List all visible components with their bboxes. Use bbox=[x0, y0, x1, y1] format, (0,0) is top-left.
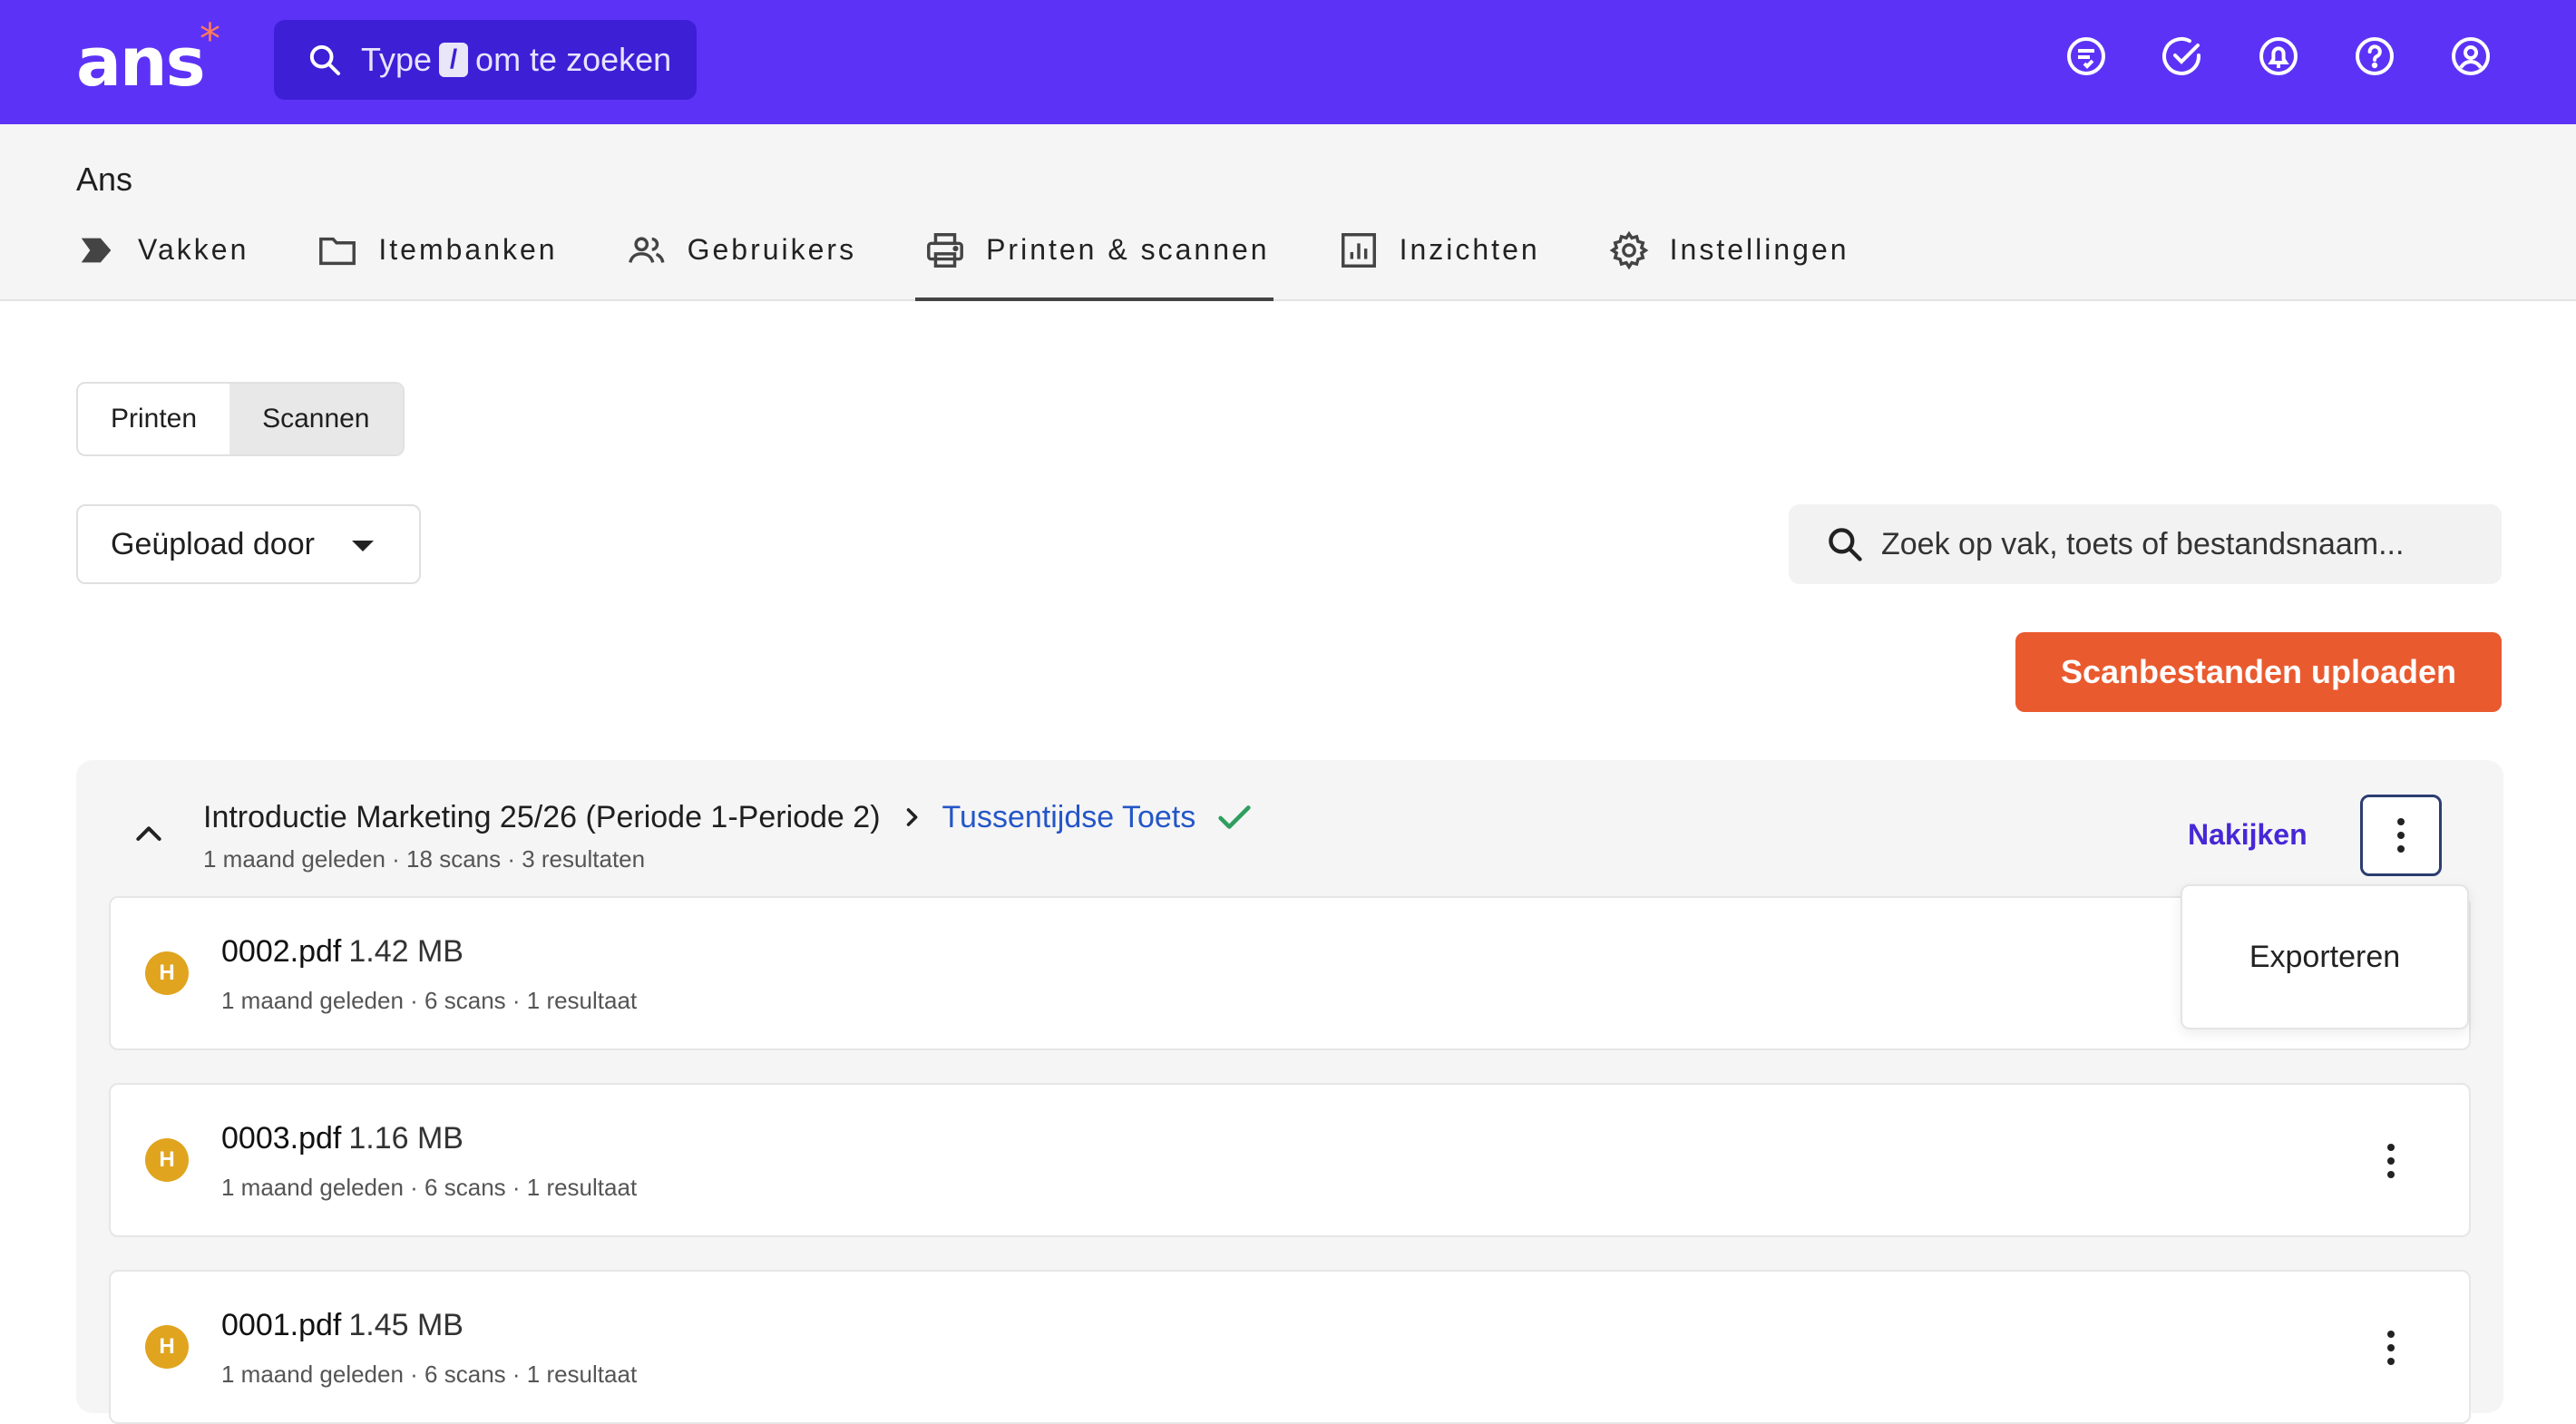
scan-toggle-button[interactable]: Scannen bbox=[229, 384, 403, 454]
file-meta: 1 maand geleden · 6 scans · 1 resultaat bbox=[221, 1361, 638, 1388]
search-input[interactable] bbox=[1881, 526, 2444, 562]
file-card[interactable]: H 0001.pdf 1.45 MB 1 maand geleden · 6 sc… bbox=[109, 1270, 2471, 1424]
ans-logo[interactable]: ans * bbox=[76, 15, 220, 102]
tab-label: Printen & scannen bbox=[986, 233, 1270, 266]
organization-name: Ans bbox=[76, 161, 133, 198]
uploaded-by-filter[interactable]: Geüpload door bbox=[76, 504, 421, 584]
file-card[interactable]: H 0003.pdf 1.16 MB 1 maand geleden · 6 sc… bbox=[109, 1083, 2471, 1237]
search-icon bbox=[1829, 528, 1862, 561]
tab-instellingen[interactable]: Instellingen bbox=[1608, 230, 1849, 301]
group-more-button[interactable] bbox=[2360, 795, 2442, 876]
tab-label: Inzichten bbox=[1399, 233, 1540, 266]
file-name: 0001.pdf bbox=[221, 1308, 342, 1342]
file-title: 0002.pdf 1.42 MB bbox=[221, 934, 463, 970]
file-size: 1.45 MB bbox=[348, 1308, 463, 1342]
vakken-icon bbox=[81, 238, 112, 263]
file-size: 1.16 MB bbox=[348, 1121, 463, 1156]
tab-gebruikers[interactable]: Gebruikers bbox=[626, 233, 857, 301]
tab-label: Vakken bbox=[138, 233, 249, 266]
file-meta: 1 maand geleden · 6 scans · 1 resultaat bbox=[221, 1174, 638, 1201]
file-name: 0002.pdf bbox=[221, 934, 342, 969]
file-name: 0003.pdf bbox=[221, 1121, 342, 1156]
file-more-button[interactable] bbox=[2373, 1322, 2409, 1373]
more-vertical-icon bbox=[2387, 1144, 2395, 1178]
check-circle-icon[interactable] bbox=[2161, 34, 2204, 78]
file-size: 1.42 MB bbox=[348, 934, 463, 969]
test-scan-group: Introductie Marketing 25/26 (Periode 1-P… bbox=[76, 760, 2503, 1424]
avatar: H bbox=[145, 1138, 189, 1182]
tab-itembanken[interactable]: Itembanken bbox=[317, 233, 557, 301]
tab-vakken[interactable]: Vakken bbox=[76, 233, 249, 301]
account-icon[interactable] bbox=[2449, 34, 2493, 78]
file-more-button[interactable] bbox=[2373, 1136, 2409, 1186]
help-icon[interactable] bbox=[2353, 34, 2396, 78]
global-search-prefix: Type bbox=[361, 41, 433, 78]
avatar: H bbox=[145, 951, 189, 995]
more-vertical-icon bbox=[2387, 1331, 2395, 1365]
avatar: H bbox=[145, 1325, 189, 1369]
tab-label: Itembanken bbox=[378, 233, 558, 266]
export-menu-item[interactable]: Exporteren bbox=[2249, 940, 2400, 975]
group-actions-menu: Exporteren bbox=[2181, 884, 2469, 1029]
logo-text: ans bbox=[76, 24, 206, 102]
file-title: 0003.pdf 1.16 MB bbox=[221, 1121, 463, 1156]
tab-printen-scannen[interactable]: Printen & scannen bbox=[915, 233, 1273, 301]
group-title: Introductie Marketing 25/26 (Periode 1-P… bbox=[203, 796, 1255, 838]
top-bar: ans * Type / om te zoeken bbox=[0, 0, 2576, 124]
collapse-chevron-icon[interactable] bbox=[131, 816, 167, 853]
print-toggle-button[interactable]: Printen bbox=[78, 384, 229, 454]
more-vertical-icon bbox=[2397, 818, 2405, 853]
folder-icon bbox=[319, 237, 356, 266]
notification-bell-icon[interactable] bbox=[2257, 34, 2300, 78]
global-search-suffix: om te zoeken bbox=[475, 41, 672, 78]
global-search-button[interactable]: Type / om te zoeken bbox=[274, 20, 697, 100]
sub-header: Ans Vakken Itembanken Gebruikers Printen… bbox=[0, 124, 2576, 301]
chevron-right-icon bbox=[906, 808, 917, 826]
file-title: 0001.pdf 1.45 MB bbox=[221, 1308, 463, 1343]
search-icon bbox=[309, 44, 340, 75]
messages-icon[interactable] bbox=[2064, 34, 2108, 78]
group-meta: 1 maand geleden · 18 scans · 3 resultate… bbox=[203, 845, 646, 873]
scan-search-field bbox=[1789, 504, 2502, 584]
upload-scans-button[interactable]: Scanbestanden uploaden bbox=[2015, 632, 2502, 712]
file-meta: 1 maand geleden · 6 scans · 1 resultaat bbox=[221, 987, 638, 1014]
tab-label: Gebruikers bbox=[687, 233, 857, 266]
bar-chart-icon bbox=[1341, 233, 1376, 268]
gear-icon bbox=[1609, 230, 1649, 270]
printer-icon bbox=[927, 233, 964, 268]
print-scan-toggle: Printen Scannen bbox=[76, 382, 405, 456]
course-name: Introductie Marketing 25/26 (Periode 1-P… bbox=[203, 799, 881, 834]
caret-down-icon bbox=[352, 541, 374, 551]
tab-inzichten[interactable]: Inzichten bbox=[1338, 233, 1540, 301]
shortcut-key: / bbox=[439, 43, 469, 77]
file-card[interactable]: H 0002.pdf 1.42 MB 1 maand geleden · 6 sc… bbox=[109, 896, 2471, 1050]
uploaded-by-label: Geüpload door bbox=[111, 526, 315, 561]
test-link[interactable]: Tussentijdse Toets bbox=[942, 800, 1196, 835]
checkmark-icon bbox=[1218, 805, 1251, 829]
main-navigation: Vakken Itembanken Gebruikers Printen & s… bbox=[76, 230, 1917, 301]
tab-label: Instellingen bbox=[1669, 233, 1849, 266]
logo-mark: * bbox=[200, 15, 220, 63]
users-icon bbox=[628, 237, 665, 263]
grade-link[interactable]: Nakijken bbox=[2188, 818, 2308, 852]
